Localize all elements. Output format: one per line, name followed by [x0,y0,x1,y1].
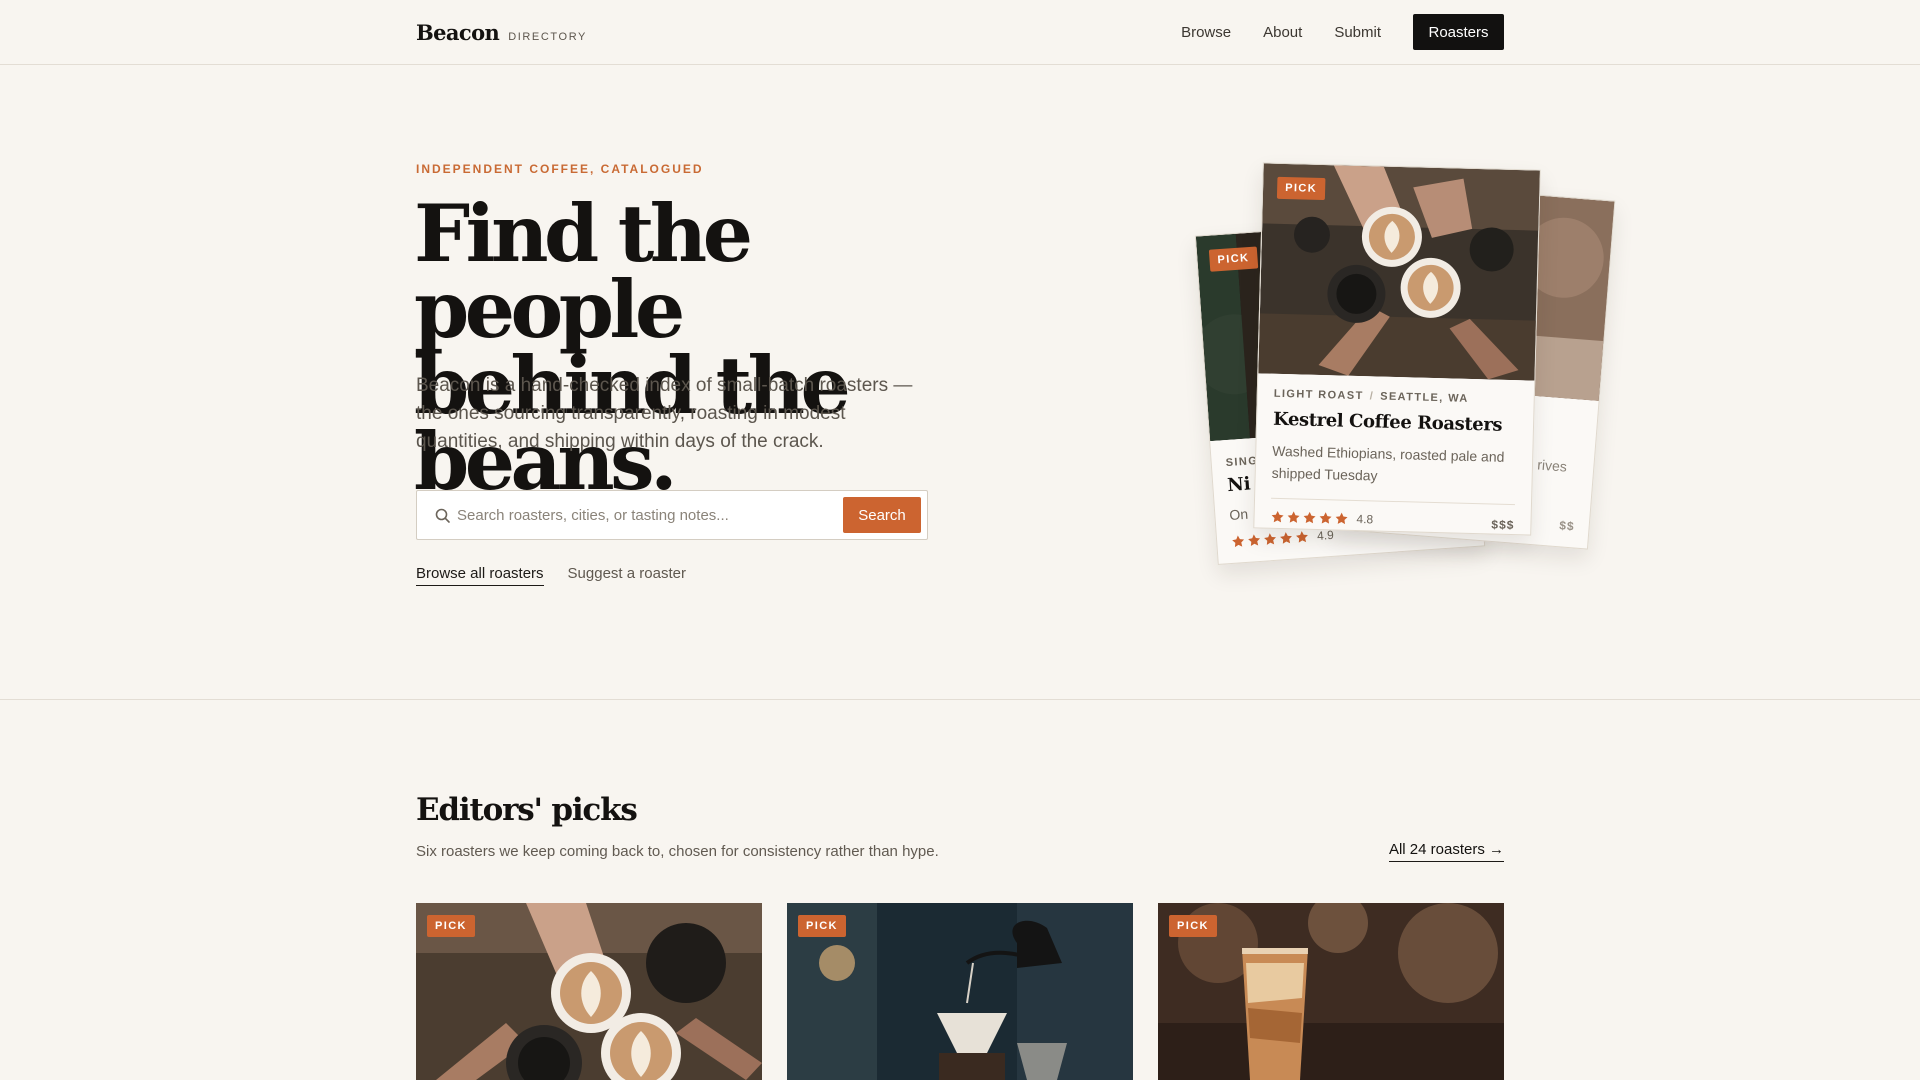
search-input[interactable] [457,501,837,529]
nav-submit[interactable]: Submit [1334,24,1381,41]
star-icon [1232,535,1245,548]
meta-separator: / [1369,390,1375,403]
main-nav: Browse About Submit Roasters [1181,14,1504,50]
star-icon [1264,533,1276,545]
roaster-card-featured[interactable]: PICK LIGHT ROAST / SEATTLE, WA Kestrel Cof… [1253,162,1541,536]
rating-stars: 4.9 [1231,528,1334,549]
rating-stars: 4.8 [1270,510,1374,527]
pick-card-2[interactable]: PICK [787,903,1133,1080]
search-icon [435,508,450,523]
roaster-location: SEATTLE, WA [1380,390,1469,405]
arrow-right-icon: → [1489,841,1504,858]
price-level: $$$ [1491,517,1515,533]
pick-badge: PICK [1169,915,1217,937]
search-bar: Search [416,490,928,540]
roaster-description: Washed Ethiopians, roasted pale and ship… [1271,442,1505,484]
browse-all-link[interactable]: Browse all roasters [416,565,544,586]
brand-logo[interactable]: Beacon DIRECTORY [416,20,587,45]
roaster-name: Kestrel Coffee Roasters [1272,408,1503,436]
all-roasters-link[interactable]: All 24 roasters → [1388,841,1504,862]
brand-subtitle: DIRECTORY [508,31,587,43]
nav-about[interactable]: About [1263,24,1302,41]
nav-browse[interactable]: Browse [1181,24,1231,41]
star-icon [1335,512,1348,525]
hero-description: Beacon is a hand-checked index of small-… [416,375,913,452]
search-button[interactable]: Search [843,497,921,533]
section-divider [0,699,1920,700]
pick-card-1[interactable]: PICK [416,903,762,1080]
star-icon [1280,532,1292,544]
headline-line-1: Find the people [414,187,753,356]
rating-value: 4.8 [1356,512,1374,527]
star-icon [1271,510,1284,523]
roasters-button[interactable]: Roasters [1413,14,1504,50]
star-icon [1303,511,1316,524]
suggest-roaster-link[interactable]: Suggest a roaster [568,565,686,586]
card-meta: LIGHT ROAST / SEATTLE, WA [1274,388,1469,405]
section-title: Editors' picks [416,792,638,828]
card-desc-partial: rives [1536,456,1568,475]
card-desc-partial: On [1228,505,1249,523]
section-subtitle: Six roasters we keep coming back to, cho… [416,843,939,860]
all-roasters-label: All 24 roasters [1388,841,1485,858]
card-meta-partial: SING [1225,454,1259,470]
price-level: $$ [1558,518,1576,534]
star-icon [1319,512,1332,524]
roast-level: LIGHT ROAST [1273,387,1364,403]
star-icon [1296,531,1308,543]
pick-badge: PICK [798,915,846,937]
pick-badge: PICK [427,915,475,937]
card-divider [1271,497,1515,506]
hero-eyebrow: INDEPENDENT COFFEE, CATALOGUED [416,162,704,176]
pick-card-3[interactable]: PICK [1158,903,1504,1080]
hero-links: Browse all roasters Suggest a roaster [416,565,686,586]
star-icon [1287,511,1300,523]
brand-name: Beacon [416,20,500,45]
pick-badge: PICK [1276,176,1326,201]
pick-badge: PICK [1208,246,1259,272]
star-icon [1248,534,1261,546]
card-name-partial: Ni [1226,473,1252,497]
site-header: Beacon DIRECTORY Browse About Submit Roa… [0,0,1920,65]
